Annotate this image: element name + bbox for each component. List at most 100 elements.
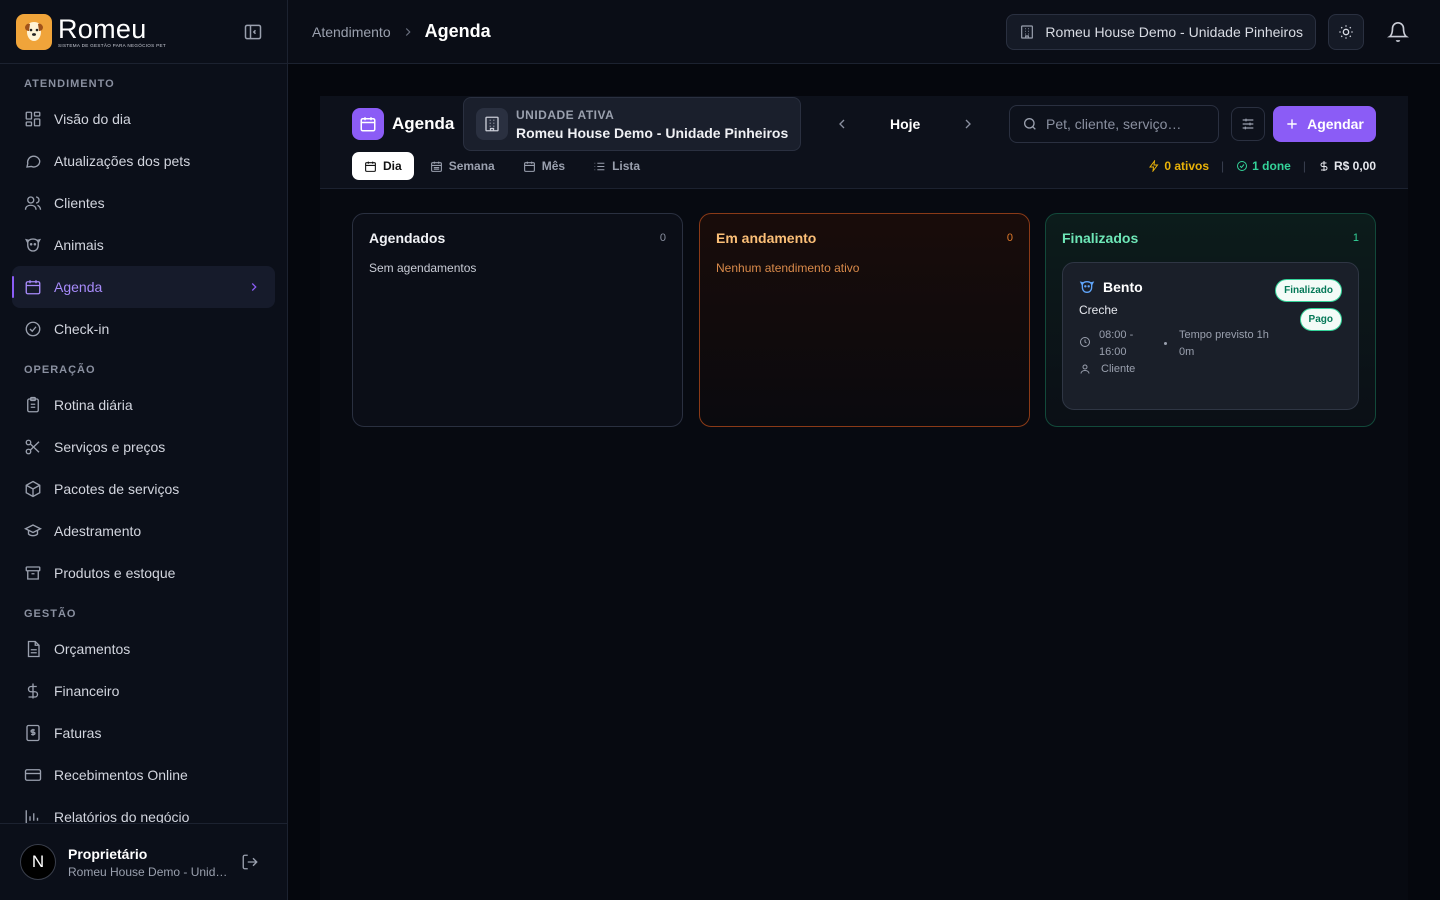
document-icon <box>27 640 40 658</box>
brand-name: Romeu <box>58 13 147 44</box>
sidebar-item-label: Atualizações dos pets <box>54 153 191 169</box>
sidebar-item-check-in[interactable]: Check-in <box>12 308 275 350</box>
chevron-right-icon[interactable] <box>960 116 976 132</box>
sidebar-item-rotina-diaria[interactable]: Rotina diária <box>12 384 275 426</box>
unit-selector-button[interactable]: Romeu House Demo - Unidade Pinheiros <box>1006 14 1316 50</box>
chevron-left-icon[interactable] <box>834 116 850 132</box>
sidebar-item-financeiro[interactable]: Financeiro <box>12 670 275 712</box>
breadcrumb-parent[interactable]: Atendimento <box>312 24 391 40</box>
stat-done: 1 done <box>1236 159 1291 173</box>
tab-mes[interactable]: Mês <box>511 152 577 180</box>
agenda-toolbar: Agenda UNIDADE ATIVA Romeu House Demo - … <box>320 96 1408 189</box>
user-name: Proprietário <box>68 845 148 862</box>
brand-tagline: SISTEMA DE GESTÃO PARA NEGÓCIOS PET <box>58 42 166 48</box>
sidebar-item-relatorios[interactable]: Relatórios do negócio <box>12 796 275 823</box>
archive-icon <box>25 566 41 580</box>
stat-separator: | <box>1302 159 1306 173</box>
column-count: 1 <box>1352 232 1359 244</box>
sidebar-item-label: Produtos e estoque <box>54 565 176 581</box>
agendar-button[interactable]: Agendar <box>1273 106 1376 142</box>
client-row: Cliente <box>1079 363 1135 375</box>
active-unit-card[interactable]: UNIDADE ATIVA Romeu House Demo - Unidade… <box>463 97 801 151</box>
dollar-icon <box>27 683 39 699</box>
active-unit-label: UNIDADE ATIVA <box>516 107 615 122</box>
predicted-duration: Tempo previsto 1h 0m <box>1179 329 1269 358</box>
calendar-month-icon <box>523 161 535 172</box>
bar-chart-icon <box>25 810 39 823</box>
credit-card-icon <box>24 769 42 781</box>
dog-logo-icon <box>16 13 52 50</box>
sidebar-item-animais[interactable]: Animais <box>12 224 275 266</box>
logout-icon[interactable] <box>241 853 259 871</box>
sidebar-item-label: Check-in <box>54 321 110 337</box>
sidebar-item-label: Clientes <box>54 195 105 211</box>
stat-revenue-value: R$ 0,00 <box>1333 159 1376 173</box>
calendar-icon <box>352 108 384 140</box>
brand: Romeu SISTEMA DE GESTÃO PARA NEGÓCIOS PE… <box>0 0 287 64</box>
agenda-title: Agenda <box>392 114 455 133</box>
top-header: Atendimento Agenda Romeu House Demo - Un… <box>288 0 1440 64</box>
meta-separator <box>1164 342 1167 345</box>
sidebar-item-label: Relatórios do negócio <box>54 809 190 823</box>
sidebar-item-pacotes[interactable]: Pacotes de serviços <box>12 468 275 510</box>
user-unit: Romeu House Demo - Unidade Pinheiros <box>68 864 228 879</box>
notifications-button[interactable] <box>1384 18 1412 46</box>
column-title: Finalizados <box>1062 230 1139 246</box>
column-finalizados: Finalizados 1 Bento Creche Finalizado Pa… <box>1045 213 1376 427</box>
calendar-icon <box>25 280 41 295</box>
stat-active-value: 0 ativos <box>1164 159 1210 173</box>
theme-toggle-button[interactable] <box>1328 14 1364 50</box>
view-tabs: Dia Semana Mês Lista <box>352 152 656 180</box>
tab-label: Lista <box>612 159 641 173</box>
stat-separator: | <box>1221 159 1225 173</box>
sidebar-item-clientes[interactable]: Clientes <box>12 182 275 224</box>
tab-label: Semana <box>448 159 495 173</box>
search-icon <box>1023 118 1036 130</box>
sidebar-item-label: Animais <box>54 237 104 253</box>
appointment-time: 08:00 - 16:00 <box>1099 329 1134 358</box>
sidebar-item-agenda[interactable]: Agenda <box>12 266 275 308</box>
building-icon <box>1021 25 1034 39</box>
payment-badge: Pago <box>1299 308 1342 331</box>
sun-icon <box>1339 25 1353 39</box>
sidebar-item-recebimentos[interactable]: Recebimentos Online <box>12 754 275 796</box>
tab-label: Dia <box>383 159 402 173</box>
sidebar-item-atualizacoes[interactable]: Atualizações dos pets <box>12 140 275 182</box>
sidebar-item-label: Visão do dia <box>54 111 131 127</box>
collapse-sidebar-icon[interactable] <box>241 20 265 44</box>
sidebar-item-adestramento[interactable]: Adestramento <box>12 510 275 552</box>
today-button[interactable]: Hoje <box>890 116 920 132</box>
sidebar-item-faturas[interactable]: Faturas <box>12 712 275 754</box>
search-input[interactable] <box>1046 116 1206 132</box>
pet-name: Bento <box>1103 279 1143 295</box>
chevron-right-icon <box>405 27 411 36</box>
bell-icon <box>1387 22 1409 43</box>
sidebar-item-visao-do-dia[interactable]: Visão do dia <box>12 98 275 140</box>
tab-dia[interactable]: Dia <box>352 152 414 180</box>
filter-button[interactable] <box>1231 107 1265 141</box>
column-title: Agendados <box>369 230 446 246</box>
scissors-icon <box>25 439 40 455</box>
sidebar-item-produtos[interactable]: Produtos e estoque <box>12 552 275 594</box>
dollar-icon <box>1320 161 1328 171</box>
sidebar-nav: ATENDIMENTO Visão do dia Atualizações do… <box>0 64 287 823</box>
section-title: GESTÃO <box>24 608 77 620</box>
tab-semana[interactable]: Semana <box>418 152 507 180</box>
check-circle-icon <box>25 321 41 337</box>
empty-message: Nenhum atendimento ativo <box>716 261 860 275</box>
clock-icon <box>1080 337 1090 347</box>
column-count: 0 <box>1006 232 1013 244</box>
day-stats: 0 ativos | 1 done | R$ 0,00 <box>1148 159 1376 173</box>
sidebar-item-orcamentos[interactable]: Orçamentos <box>12 628 275 670</box>
tab-label: Mês <box>541 159 566 173</box>
empty-message: Sem agendamentos <box>369 261 477 275</box>
appointment-card[interactable]: Bento Creche Finalizado Pago 08:00 - 16:… <box>1062 262 1359 410</box>
clipboard-icon <box>27 396 39 413</box>
sidebar-item-servicos[interactable]: Serviços e preços <box>12 426 275 468</box>
building-icon <box>476 108 508 140</box>
tab-lista[interactable]: Lista <box>581 152 652 180</box>
user-profile[interactable]: N Proprietário Romeu House Demo - Unidad… <box>0 823 287 900</box>
calendar-day-icon <box>365 161 376 172</box>
calendar-week-icon <box>430 161 442 172</box>
stat-active: 0 ativos <box>1148 159 1209 173</box>
